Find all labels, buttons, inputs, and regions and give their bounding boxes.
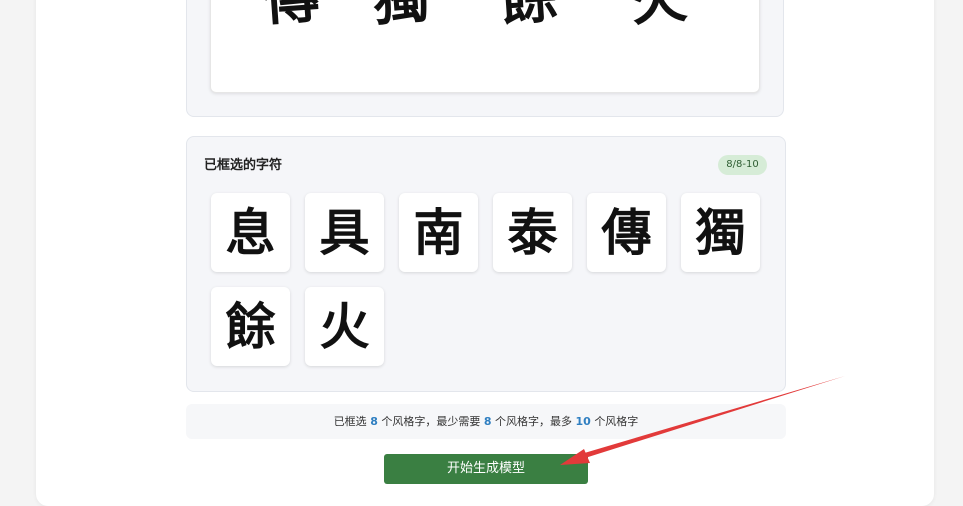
character-tile[interactable]: 息 [211, 193, 290, 272]
character-glyph: 具 [319, 202, 370, 262]
character-tile[interactable]: 泰 [493, 193, 572, 272]
character-tile[interactable]: 獨 [681, 193, 760, 272]
info-mid-1: 个风格字，最少需要 [381, 415, 481, 428]
preview-canvas: 傳 獨 餘 火 [210, 0, 760, 93]
character-glyph: 火 [319, 296, 370, 356]
character-glyph: 泰 [507, 202, 558, 262]
preview-char-4: 火 [629, 0, 689, 34]
info-prefix: 已框选 [333, 415, 367, 428]
info-suffix: 个风格字 [594, 415, 639, 428]
character-glyph: 南 [413, 202, 464, 262]
preview-char-1: 傳 [261, 0, 321, 34]
character-glyph: 息 [225, 202, 276, 262]
character-tile[interactable]: 南 [399, 193, 478, 272]
character-tile[interactable]: 餘 [211, 287, 290, 366]
count-badge: 8/8-10 [718, 155, 767, 175]
start-generate-model-button[interactable]: 开始生成模型 [384, 454, 588, 484]
preview-char-2: 獨 [371, 0, 431, 34]
character-glyph: 獨 [695, 202, 746, 262]
preview-char-3: 餘 [499, 0, 559, 34]
min-count: 8 [483, 415, 492, 428]
character-glyph: 餘 [225, 296, 276, 356]
max-count: 10 [575, 415, 591, 428]
character-tile[interactable]: 傳 [587, 193, 666, 272]
character-tile[interactable]: 具 [305, 193, 384, 272]
info-mid-2: 个风格字，最多 [495, 415, 572, 428]
selected-count: 8 [370, 415, 378, 428]
character-glyph: 傳 [601, 202, 652, 262]
character-tile[interactable]: 火 [305, 287, 384, 366]
selection-info-bar: 已框选 8 个风格字，最少需要 8 个风格字，最多 10 个风格字 [186, 404, 786, 439]
panel-title: 已框选的字符 [204, 158, 283, 173]
